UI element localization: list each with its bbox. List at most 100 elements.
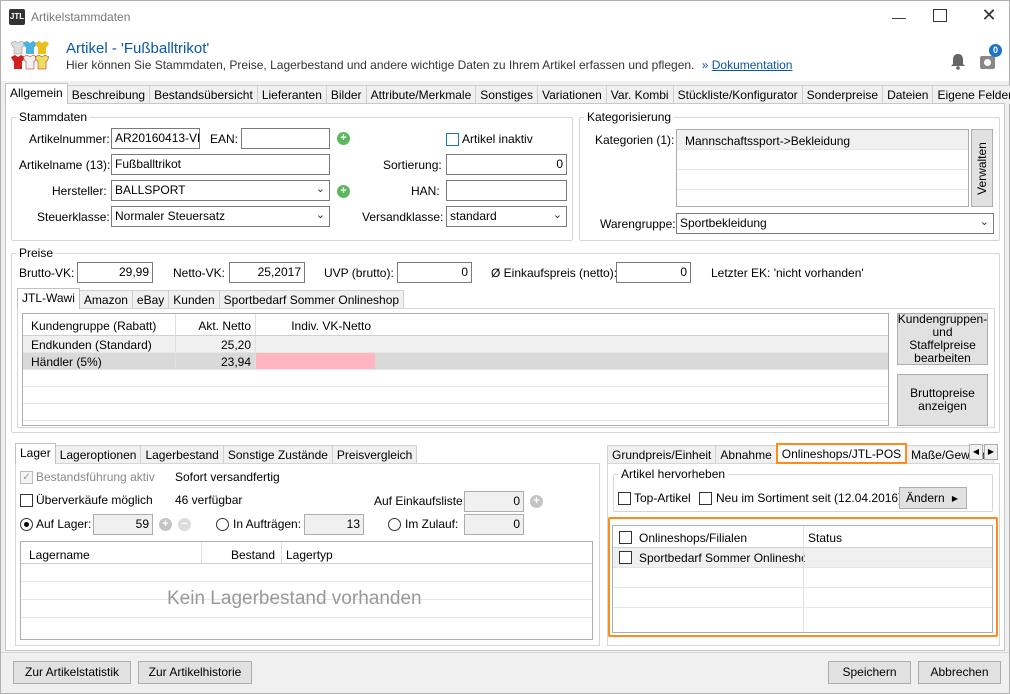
tab-main-10[interactable]: Sonderpreise (801, 85, 884, 104)
cell-indiv[interactable] (255, 336, 375, 352)
list-item[interactable]: Mannschaftssport->Bekleidung (677, 130, 968, 150)
tab-scroll-left[interactable]: ◀ (969, 444, 983, 460)
verwalten-button[interactable]: Verwalten (971, 129, 993, 207)
auflager-label: Auf Lager: (36, 517, 92, 531)
hersteller-select[interactable]: BALLSPORT ⌄ (111, 180, 330, 201)
han-input[interactable] (446, 180, 567, 201)
uvp-input[interactable]: 0 (397, 262, 472, 283)
table-row[interactable]: Endkunden (Standard) 25,20 (23, 336, 888, 353)
tab-main-9[interactable]: Stückliste/Konfigurator (672, 85, 803, 104)
tab-main-0[interactable]: Allgemein (5, 83, 68, 104)
tab-preise-4[interactable]: Sportbedarf Sommer Onlineshop (218, 290, 405, 309)
tab-main-3[interactable]: Lieferanten (256, 85, 327, 104)
tab-preise-3[interactable]: Kunden (168, 290, 220, 309)
column-header[interactable]: Lagertyp (281, 542, 401, 563)
tab-main-2[interactable]: Bestandsübersicht (149, 85, 258, 104)
remove-lager-icon[interactable]: − (178, 518, 191, 531)
column-divider (803, 608, 804, 632)
tab-right-0[interactable]: Grundpreis/Einheit (607, 445, 717, 464)
add-einkaufsliste-icon[interactable]: + (530, 495, 543, 508)
name-input[interactable]: Fußballtrikot (111, 154, 330, 175)
shops-grid: Onlineshops/Filialen Status Sportbedarf … (612, 525, 993, 633)
column-header[interactable]: Onlineshops/Filialen (635, 526, 805, 547)
tab-right-1[interactable]: Abnahme (715, 445, 777, 464)
tab-right-2[interactable]: Onlineshops/JTL-POS (775, 443, 908, 464)
window: JTL Artikelstammdaten — ✕ Artikel - 'Fuß… (0, 0, 1010, 694)
column-header[interactable]: Akt. Netto (175, 314, 255, 335)
shop-status (803, 548, 923, 567)
hervorheben-legend: Artikel hervorheben (618, 467, 729, 481)
tab-lager-4[interactable]: Preisvergleich (331, 445, 418, 464)
artnr-input[interactable]: AR20160413-VK0 (111, 128, 200, 149)
auflager-radio[interactable] (20, 518, 33, 531)
column-header[interactable]: Status (803, 526, 923, 547)
steuer-select[interactable]: Normaler Steuersatz ⌄ (111, 206, 330, 227)
netto-input[interactable]: 25,2017 (229, 262, 305, 283)
tab-lager-3[interactable]: Sonstige Zustände (222, 445, 333, 464)
shop-checkbox[interactable] (619, 551, 632, 564)
tab-main-8[interactable]: Var. Kombi (605, 85, 674, 104)
tab-lager-2[interactable]: Lagerbestand (140, 445, 224, 464)
versand-select[interactable]: standard ⌄ (446, 206, 567, 227)
zulauf-input: 0 (464, 514, 524, 535)
brutto-input[interactable]: 29,99 (77, 262, 153, 283)
tab-main-6[interactable]: Sonstiges (475, 85, 538, 104)
lager-tabs: Lager Lageroptionen Lagerbestand Sonstige Z… (15, 443, 418, 464)
tab-scroll-right[interactable]: ▶ (984, 444, 998, 460)
name-label: Artikelname (13): (19, 158, 111, 172)
cell-indiv[interactable] (255, 353, 375, 369)
bell-icon[interactable] (949, 52, 967, 70)
bestandsfuehrung-checkbox[interactable]: ✓ (20, 471, 33, 484)
close-button[interactable]: ✕ (979, 5, 999, 25)
add-ean-icon[interactable]: + (337, 132, 350, 145)
table-row[interactable]: Händler (5%) 23,94 (23, 353, 888, 370)
select-all-checkbox[interactable] (619, 531, 632, 544)
tab-preise-0[interactable]: JTL-Wawi (17, 288, 80, 309)
tab-preise-1[interactable]: Amazon (78, 290, 133, 309)
maximize-button[interactable] (933, 9, 947, 22)
neu-checkbox[interactable] (699, 492, 712, 505)
add-lager-icon[interactable]: + (159, 518, 172, 531)
tab-main-12[interactable]: Eigene Felder (932, 85, 1010, 104)
ueberverkauf-checkbox[interactable] (20, 494, 33, 507)
column-header[interactable]: Bestand (201, 542, 279, 563)
versand-label: Versandklasse: (362, 210, 444, 224)
auftraegen-label: In Aufträgen: (233, 517, 302, 531)
ek-input[interactable]: 0 (616, 262, 691, 283)
ean-label: EAN: (210, 132, 239, 146)
artikelstatistik-button[interactable]: Zur Artikelstatistik (13, 661, 131, 684)
staffelpreise-button[interactable]: Kundengruppen- und Staffelpreise bearbei… (897, 313, 988, 365)
abbrechen-button[interactable]: Abbrechen (918, 661, 1001, 684)
tab-main-1[interactable]: Beschreibung (66, 85, 151, 104)
tab-lager-0[interactable]: Lager (15, 443, 56, 464)
kategorien-list[interactable]: Mannschaftssport->Bekleidung (676, 129, 969, 207)
minimize-button[interactable]: — (889, 9, 909, 25)
tab-main-11[interactable]: Dateien (882, 85, 934, 104)
tab-preise-2[interactable]: eBay (131, 290, 170, 309)
warengruppe-select[interactable]: Sportbekleidung ⌄ (676, 213, 994, 234)
aendern-label: Ändern (906, 490, 945, 505)
bruttopreise-button[interactable]: Bruttopreise anzeigen (897, 374, 988, 426)
table-row[interactable]: Sportbedarf Sommer Onlineshop (613, 548, 992, 568)
auftraegen-radio[interactable] (216, 518, 229, 531)
add-hersteller-icon[interactable]: + (337, 185, 350, 198)
steuer-value: Normaler Steuersatz (115, 209, 226, 223)
tab-main-4[interactable]: Bilder (325, 85, 367, 104)
tab-main-5[interactable]: Attribute/Merkmale (365, 85, 477, 104)
artikel-inaktiv-checkbox[interactable] (446, 133, 459, 146)
documentation-link[interactable]: Dokumentation (712, 58, 793, 72)
zulauf-radio[interactable] (388, 518, 401, 531)
speichern-button[interactable]: Speichern (828, 661, 911, 684)
aendern-button[interactable]: Ändern ▶ (899, 487, 967, 509)
preise-legend: Preise (16, 246, 57, 260)
column-header[interactable]: Indiv. VK-Netto (255, 314, 375, 335)
top-artikel-checkbox[interactable] (618, 492, 631, 505)
artikelhistorie-button[interactable]: Zur Artikelhistorie (138, 661, 252, 684)
ean-input[interactable] (241, 128, 330, 149)
empty-message: Kein Lagerbestand vorhanden (167, 588, 422, 609)
tab-main-7[interactable]: Variationen (536, 85, 607, 104)
column-header[interactable]: Lagername (25, 542, 200, 563)
sort-input[interactable]: 0 (446, 154, 567, 175)
column-header[interactable]: Kundengruppe (Rabatt) (27, 314, 177, 335)
tab-lager-1[interactable]: Lageroptionen (54, 445, 142, 464)
